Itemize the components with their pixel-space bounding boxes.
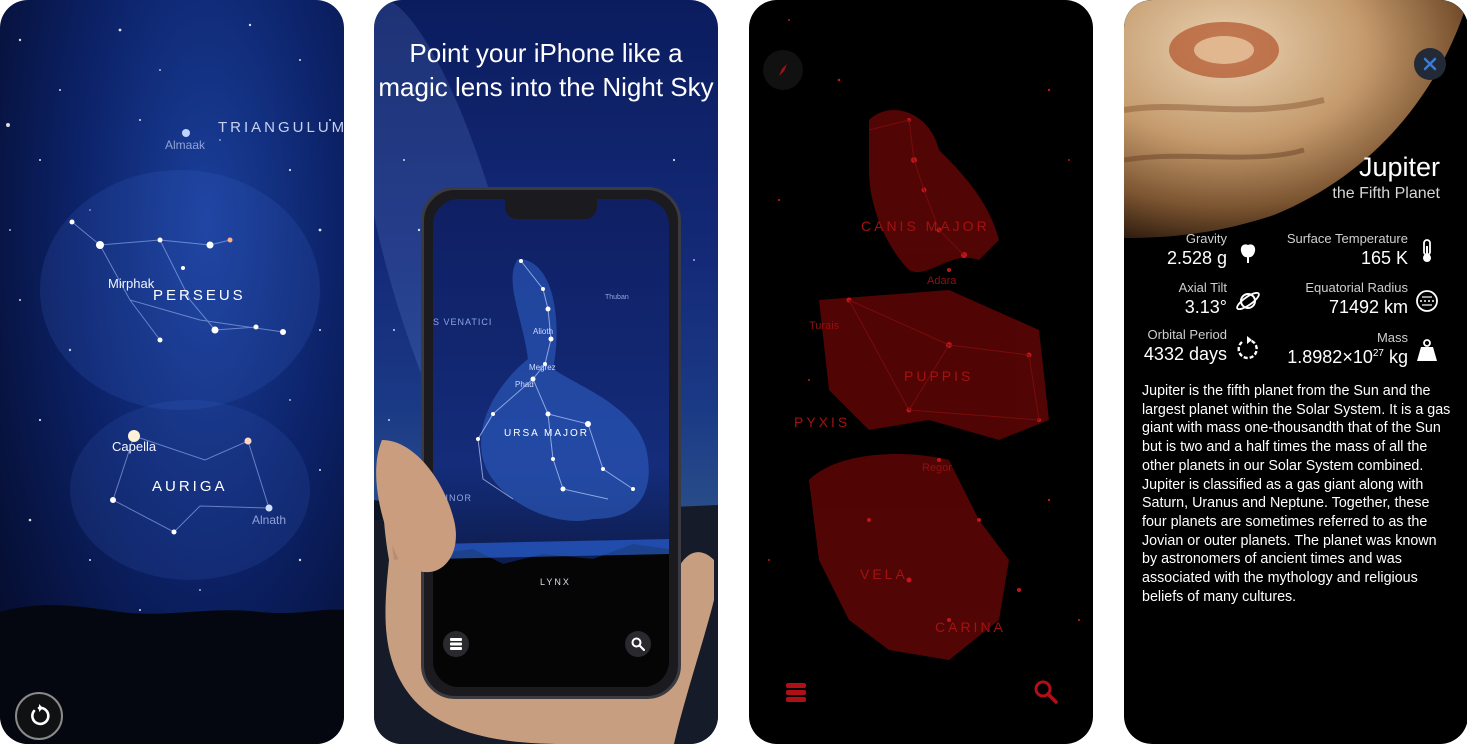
- stat-value: 2.528 g: [1166, 248, 1227, 268]
- mass-exponent: 27: [1372, 348, 1384, 359]
- stat-surface-temperature: Surface Temperature 165 K: [1287, 231, 1408, 269]
- constellation-label-carina: CARINA: [935, 619, 1006, 635]
- stat-label: Orbital Period: [1147, 327, 1227, 342]
- jupiter-image: [1124, 0, 1467, 240]
- close-icon: [1423, 57, 1437, 71]
- star-label-adara: Adara: [927, 275, 957, 287]
- stat-label: Mass: [1376, 330, 1408, 345]
- planet-icon: [1236, 291, 1260, 311]
- star-label-regor: Regor: [922, 462, 952, 474]
- stat-value: 165 K: [1360, 248, 1408, 268]
- stat-label: Equatorial Radius: [1305, 280, 1408, 295]
- stat-value: 71492 km: [1328, 297, 1408, 317]
- star-field: [0, 23, 344, 744]
- compass-icon: [779, 64, 787, 76]
- planet-subtitle: the Fifth Planet: [1332, 185, 1440, 202]
- planet-info-jupiter: Jupiter the Fifth Planet Gravity 2.528 g…: [1124, 0, 1467, 744]
- rotate-icon: [31, 704, 50, 726]
- planet-description: Jupiter is the fifth planet from the Sun…: [1142, 383, 1451, 605]
- star-label-mirphak: Mirphak: [108, 276, 155, 291]
- weight-icon: [1417, 339, 1437, 361]
- orbit-icon: [1237, 336, 1258, 360]
- stat-value: 3.13°: [1184, 297, 1227, 317]
- star-label-almaak: Almaak: [165, 138, 206, 152]
- reset-view-button[interactable]: [15, 692, 63, 740]
- stat-orbital-period: Orbital Period 4332 days: [1144, 327, 1227, 365]
- stat-label: Axial Tilt: [1178, 280, 1227, 295]
- stat-mass: Mass 1.8982×1027 kg: [1287, 330, 1408, 368]
- star-label-turais: Turais: [809, 320, 840, 332]
- sky-view-perseus[interactable]: TRIANGULUM Almaak Mirphak PERSEUS Capell…: [0, 0, 344, 744]
- search-button[interactable]: [1029, 675, 1063, 709]
- stat-value: 4332 days: [1143, 344, 1227, 364]
- stat-gravity: Gravity 2.528 g: [1167, 231, 1227, 269]
- radius-icon: [1416, 290, 1438, 312]
- promo-magic-lens: Point your iPhone like a magic lens into…: [374, 0, 718, 744]
- apple-icon: [1240, 244, 1256, 263]
- star-label-capella: Capella: [112, 439, 157, 454]
- constellation-label-triangulum: TRIANGULUM: [218, 119, 344, 136]
- constellation-label-perseus: PERSEUS: [153, 287, 246, 304]
- constellation-label-puppis: PUPPIS: [904, 368, 974, 384]
- star-label-alnath: Alnath: [252, 513, 287, 527]
- thermometer-icon: [1423, 239, 1431, 262]
- layers-icon: [786, 683, 806, 702]
- layers-button[interactable]: [779, 675, 813, 709]
- stat-axial-tilt: Axial Tilt 3.13°: [1179, 280, 1227, 318]
- constellation-label-pyxis: PYXIS: [794, 414, 851, 430]
- search-icon: [1034, 680, 1058, 704]
- constellation-label-vela: VELA: [860, 566, 908, 582]
- planet-title: Jupiter: [1358, 152, 1440, 182]
- constellation-label-canis-major: CANIS MAJOR: [861, 218, 990, 234]
- night-mode-sky-view[interactable]: CANIS MAJOR Adara Turais PUPPIS PYXIS Re…: [749, 0, 1093, 744]
- close-button[interactable]: [1414, 48, 1446, 80]
- mass-unit: kg: [1383, 347, 1408, 367]
- thumb-overlay: [376, 440, 456, 573]
- mass-base: 1.8982×10: [1287, 347, 1373, 367]
- stat-value: 1.8982×1027 kg: [1287, 347, 1408, 368]
- stat-label: Surface Temperature: [1286, 231, 1408, 246]
- compass-button[interactable]: [763, 50, 803, 90]
- stat-equatorial-radius: Equatorial Radius 71492 km: [1305, 280, 1408, 318]
- stat-label: Gravity: [1185, 231, 1227, 246]
- constellation-label-auriga: AURIGA: [152, 478, 228, 495]
